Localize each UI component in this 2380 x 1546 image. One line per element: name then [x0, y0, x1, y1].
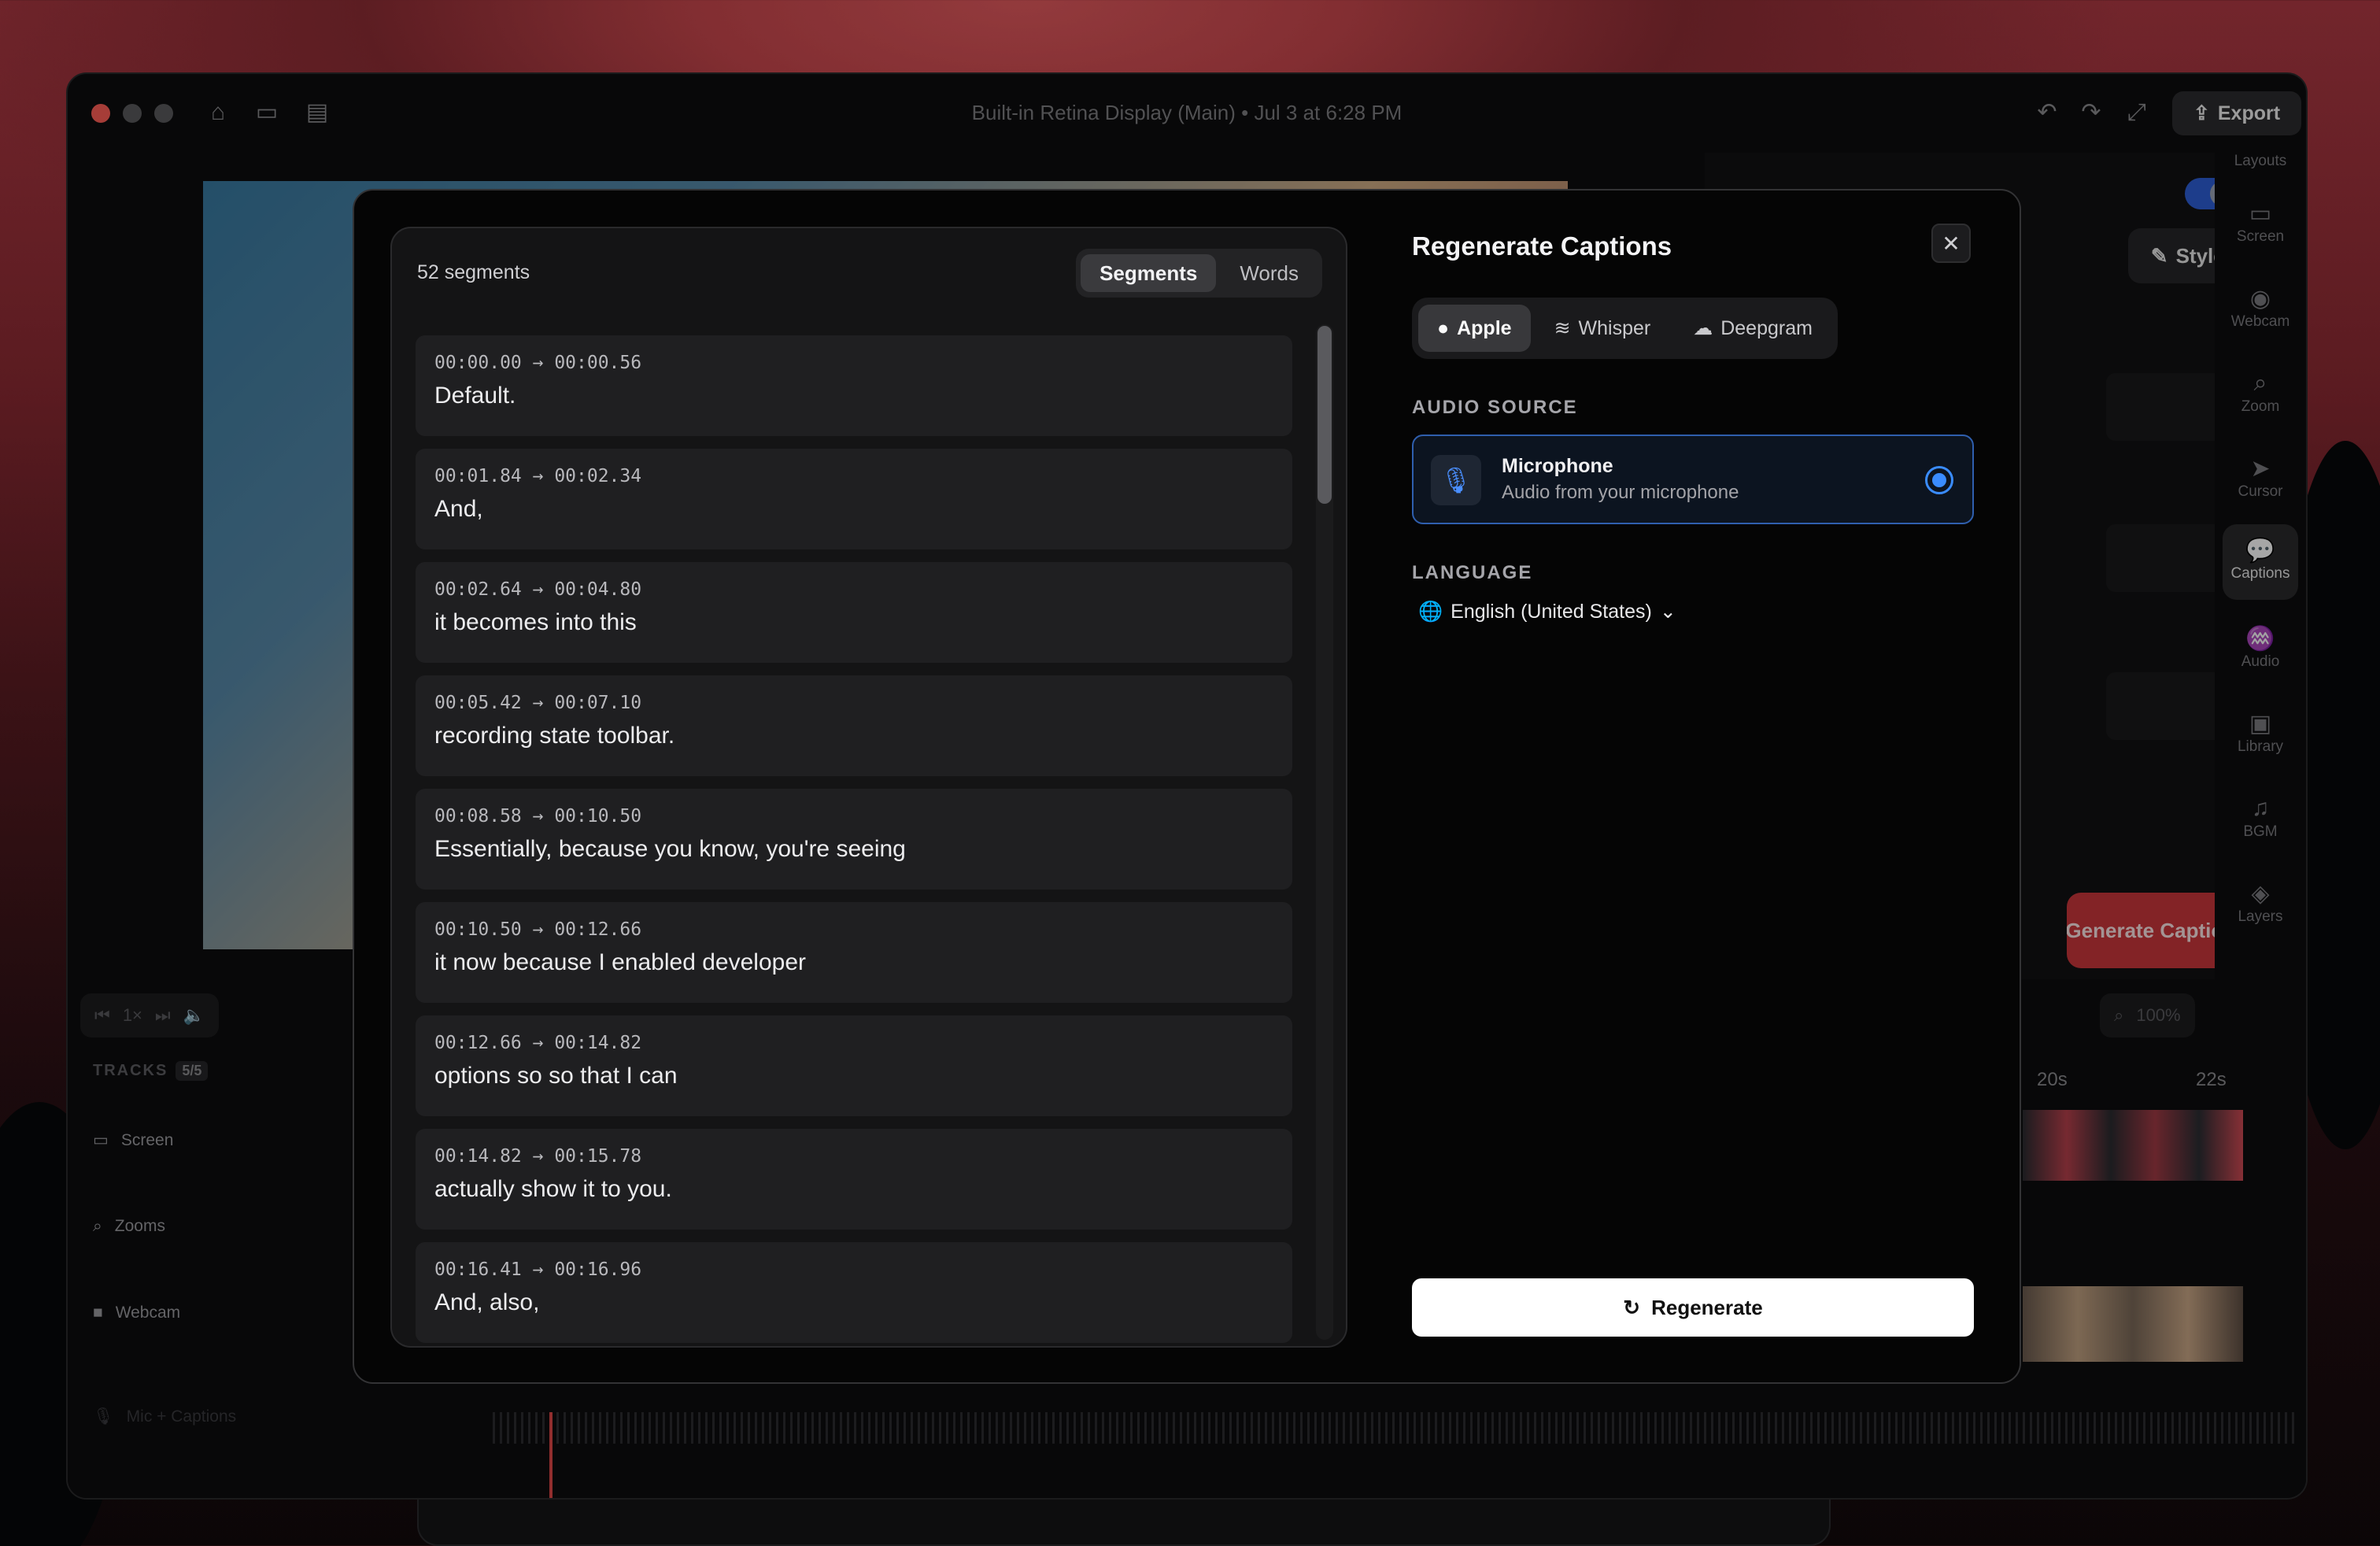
segment-list: 00:00.00 → 00:00.56 Default. 00:01.84 → 0…	[416, 335, 1292, 1346]
source-name: Microphone	[1502, 455, 1613, 477]
segments-panel: 52 segments Segments Words 00:00.00 → 00…	[390, 227, 1347, 1348]
cloud-icon: ☁	[1693, 317, 1713, 339]
segment-text: Default.	[434, 383, 516, 409]
segment-time: 00:14.82 → 00:15.78	[434, 1146, 642, 1167]
view-tabs: Segments Words	[1076, 249, 1322, 298]
tab-words[interactable]: Words	[1221, 254, 1318, 292]
microphone-icon: 🎙	[1431, 455, 1481, 505]
globe-icon: 🌐	[1418, 600, 1443, 623]
segment-text: Essentially, because you know, you're se…	[434, 836, 906, 862]
language-select[interactable]: 🌐 English (United States) ⌄	[1418, 600, 1676, 623]
segment-text: it becomes into this	[434, 609, 637, 635]
engine-label: Deepgram	[1720, 316, 1813, 339]
engine-selector: ● Apple ≋ Whisper ☁ Deepgram	[1412, 298, 1838, 359]
close-icon[interactable]: ✕	[1931, 224, 1971, 263]
segment-time: 00:00.00 → 00:00.56	[434, 353, 642, 373]
segment-time: 00:12.66 → 00:14.82	[434, 1033, 642, 1053]
source-description: Audio from your microphone	[1502, 482, 1739, 503]
segment-time: 00:10.50 → 00:12.66	[434, 919, 642, 940]
regenerate-button[interactable]: ↻ Regenerate	[1412, 1278, 1974, 1337]
apple-icon: ●	[1437, 316, 1450, 339]
segment-time: 00:02.64 → 00:04.80	[434, 579, 642, 600]
refresh-icon: ↻	[1623, 1295, 1641, 1319]
dialog-title: Regenerate Captions	[1412, 231, 1672, 261]
segment-item[interactable]: 00:14.82 → 00:15.78 actually show it to y…	[416, 1129, 1292, 1230]
chevron-down-icon: ⌄	[1659, 601, 1676, 623]
segment-item[interactable]: 00:08.58 → 00:10.50 Essentially, because …	[416, 789, 1292, 890]
segment-time: 00:05.42 → 00:07.10	[434, 693, 642, 713]
segment-item[interactable]: 00:16.41 → 00:16.96 And, also,	[416, 1242, 1292, 1343]
segment-text: And, also,	[434, 1289, 540, 1315]
segment-text: options so so that I can	[434, 1063, 678, 1089]
segment-text: actually show it to you.	[434, 1176, 672, 1202]
regenerate-label: Regenerate	[1651, 1295, 1763, 1319]
segment-text: it now because I enabled developer	[434, 949, 807, 975]
engine-tab-apple[interactable]: ● Apple	[1418, 305, 1531, 352]
scrollbar-thumb[interactable]	[1318, 326, 1332, 504]
segment-count: 52 segments	[417, 261, 530, 283]
segment-item[interactable]: 00:01.84 → 00:02.34 And,	[416, 449, 1292, 549]
audio-source-label: AUDIO SOURCE	[1412, 397, 1578, 418]
regenerate-captions-dialog: 52 segments Segments Words 00:00.00 → 00…	[353, 189, 2021, 1384]
segment-scrollbar[interactable]	[1316, 324, 1333, 1340]
tab-segments[interactable]: Segments	[1081, 254, 1217, 292]
segment-text: And,	[434, 496, 483, 522]
segment-text: recording state toolbar.	[434, 723, 675, 749]
language-value: English (United States)	[1451, 600, 1652, 623]
segment-item[interactable]: 00:00.00 → 00:00.56 Default.	[416, 335, 1292, 436]
segment-item[interactable]: 00:10.50 → 00:12.66 it now because I enab…	[416, 902, 1292, 1003]
segment-item[interactable]: 00:12.66 → 00:14.82 options so so that I …	[416, 1015, 1292, 1116]
segment-item[interactable]: 00:02.64 → 00:04.80 it becomes into this	[416, 562, 1292, 663]
waveform-icon: ≋	[1554, 317, 1571, 339]
engine-tab-deepgram[interactable]: ☁ Deepgram	[1674, 305, 1831, 352]
engine-label: Apple	[1457, 316, 1512, 339]
source-option-microphone[interactable]: 🎙 Microphone Audio from your microphone	[1412, 435, 1974, 524]
engine-label: Whisper	[1578, 316, 1651, 339]
source-radio[interactable]	[1925, 466, 1953, 494]
segment-time: 00:01.84 → 00:02.34	[434, 466, 642, 486]
segment-time: 00:08.58 → 00:10.50	[434, 806, 642, 827]
segment-item[interactable]: 00:05.42 → 00:07.10 recording state toolb…	[416, 675, 1292, 776]
language-label: LANGUAGE	[1412, 562, 1533, 583]
engine-tab-whisper[interactable]: ≋ Whisper	[1536, 305, 1670, 352]
segment-time: 00:16.41 → 00:16.96	[434, 1259, 642, 1280]
